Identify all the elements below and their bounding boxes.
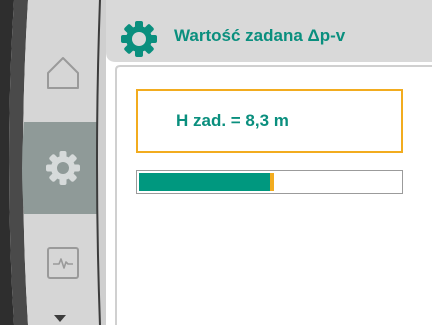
triangle-down-icon[interactable] [52, 314, 68, 323]
setpoint-progress-marker [270, 173, 274, 191]
gear-icon [121, 21, 157, 57]
setpoint-value-label: H zad. = 8,3 m [176, 111, 289, 130]
setpoint-value-field[interactable]: H zad. = 8,3 m [136, 89, 403, 153]
gear-icon [46, 151, 80, 185]
home-icon [47, 57, 79, 89]
sidebar-item-settings[interactable] [26, 122, 100, 214]
sidebar-item-status[interactable] [26, 216, 100, 310]
page-title: Wartość zadana Δp-v [174, 26, 346, 45]
pump-display-screen: Wartość zadana Δp-v H zad. = 8,3 m [0, 0, 432, 325]
sidebar-item-home[interactable] [26, 26, 100, 120]
pulse-monitor-icon [47, 247, 79, 279]
setpoint-progress-fill [139, 173, 270, 191]
setpoint-progress-bar[interactable] [136, 170, 403, 194]
